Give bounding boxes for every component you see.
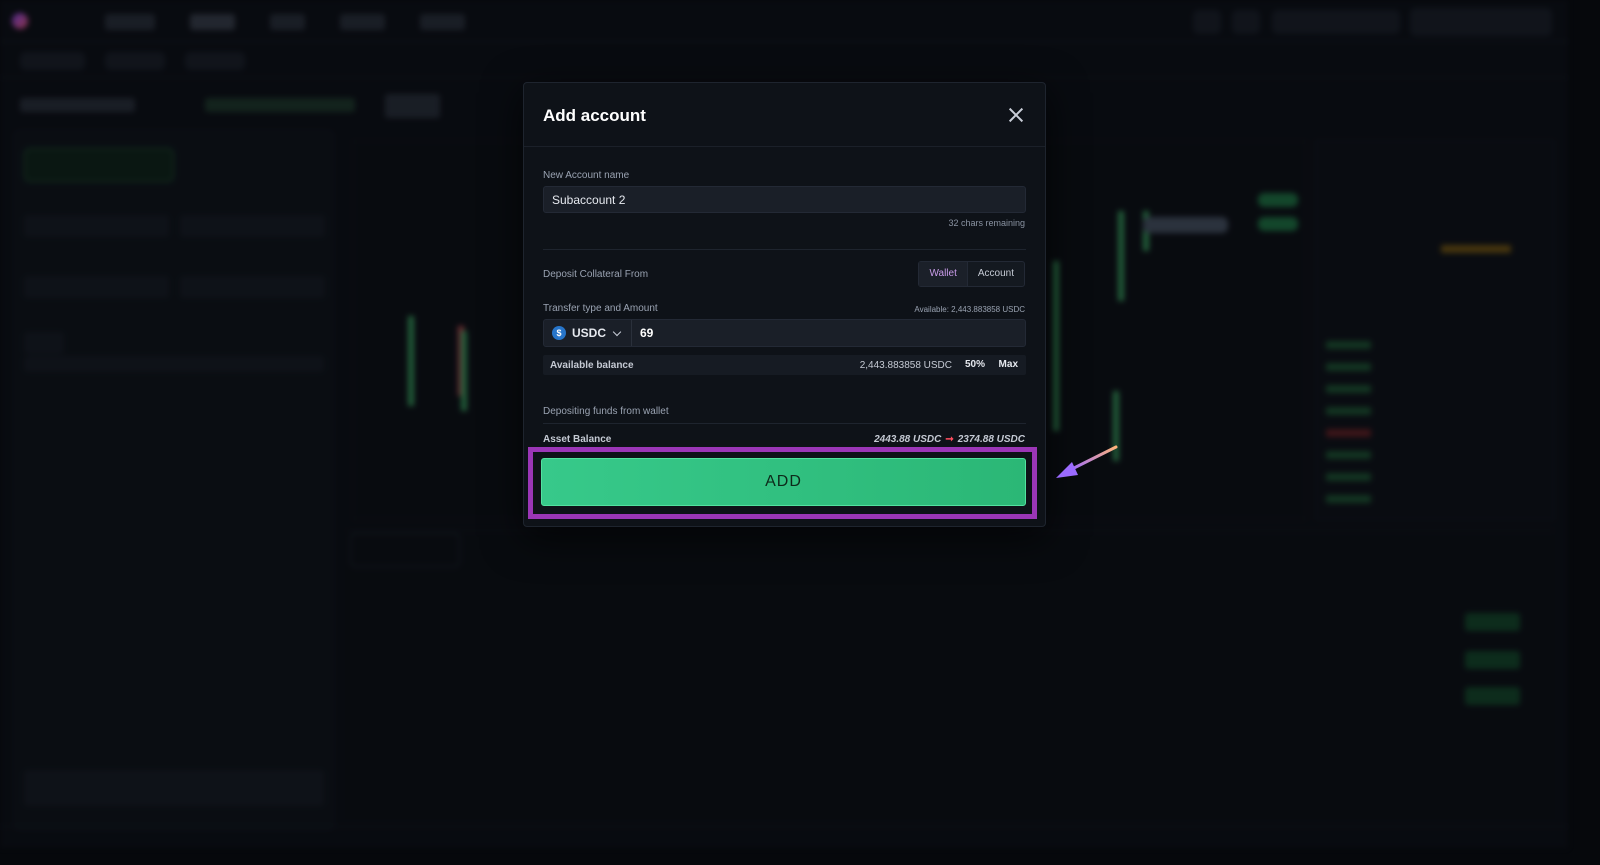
bg-trade-row bbox=[1326, 495, 1371, 503]
bg-nav-item bbox=[420, 14, 465, 30]
bg-account-button bbox=[1410, 8, 1552, 36]
bg-field bbox=[24, 276, 169, 298]
amount-row: $ USDC bbox=[543, 319, 1026, 347]
token-name: USDC bbox=[572, 326, 607, 340]
bg-field bbox=[180, 215, 325, 237]
fifty-percent-button[interactable]: 50% bbox=[965, 357, 985, 373]
bg-close-button bbox=[1465, 613, 1520, 631]
bg-trade-row bbox=[1326, 385, 1371, 393]
bg-market-tab bbox=[105, 52, 165, 70]
logo-icon bbox=[12, 12, 28, 29]
bg-icon-button bbox=[1232, 10, 1260, 34]
bg-close-button bbox=[1465, 651, 1520, 669]
modal-header: Add account bbox=[524, 83, 1045, 147]
bg-deposit-button bbox=[1272, 10, 1400, 34]
bg-price bbox=[205, 98, 355, 112]
account-name-input[interactable] bbox=[543, 186, 1026, 213]
arrow-pointer-icon bbox=[1056, 445, 1118, 478]
bg-trade-row bbox=[1326, 451, 1371, 459]
transfer-label: Transfer type and Amount bbox=[543, 303, 658, 314]
close-icon[interactable] bbox=[1007, 106, 1025, 124]
deposit-source-toggle: Wallet Account bbox=[918, 261, 1025, 287]
chevron-down-icon bbox=[612, 327, 622, 336]
bg-trade-row bbox=[1326, 363, 1371, 371]
bg-candle bbox=[461, 331, 467, 411]
max-button[interactable]: Max bbox=[999, 357, 1018, 373]
background-top-bar bbox=[0, 0, 1568, 42]
available-top: Available: 2,443.883858 USDC bbox=[914, 305, 1025, 314]
bg-market-tab bbox=[185, 52, 245, 70]
background-footer bbox=[0, 826, 1568, 848]
bg-icon-button bbox=[1193, 10, 1221, 34]
bg-trade-row bbox=[1326, 429, 1371, 437]
bg-close-button bbox=[1465, 687, 1520, 705]
bg-trade-row bbox=[1326, 407, 1371, 415]
asset-balance-to: 2374.88 USDC bbox=[957, 434, 1025, 445]
deposit-from-label: Deposit Collateral From bbox=[543, 269, 649, 280]
bg-buy-tab bbox=[24, 148, 174, 182]
bg-field bbox=[24, 215, 169, 237]
bg-trade-row bbox=[1326, 341, 1371, 349]
bg-nav-item bbox=[190, 14, 235, 30]
bg-nav-item bbox=[340, 14, 385, 30]
arrow-right-icon: ➞ bbox=[945, 434, 954, 445]
depositing-label: Depositing funds from wallet bbox=[543, 406, 669, 417]
bg-price-tag bbox=[1143, 217, 1228, 233]
bg-field bbox=[24, 770, 324, 806]
background-recent-trades bbox=[1315, 140, 1555, 520]
account-name-label: New Account name bbox=[543, 170, 630, 181]
bg-sell-tab bbox=[180, 148, 325, 182]
asset-balance-value: 2443.88 USDC ➞ 2374.88 USDC bbox=[874, 434, 1025, 445]
bg-market-title bbox=[20, 98, 135, 112]
bg-field bbox=[24, 356, 324, 372]
bg-candle bbox=[1053, 261, 1059, 431]
bg-candle bbox=[408, 316, 414, 406]
bg-stat bbox=[385, 94, 440, 118]
asset-balance-from: 2443.88 USDC bbox=[874, 434, 942, 445]
available-balance-value: 2,443.883858 USDC bbox=[859, 360, 952, 371]
token-selector[interactable]: $ USDC bbox=[544, 320, 632, 346]
divider bbox=[543, 249, 1026, 250]
bg-nav-item bbox=[105, 14, 155, 30]
bg-market-tab bbox=[20, 52, 85, 70]
app-logo bbox=[12, 12, 72, 30]
divider bbox=[543, 423, 1026, 424]
amount-input[interactable] bbox=[640, 323, 1020, 343]
background-market-tabs bbox=[0, 44, 1568, 78]
asset-balance-label: Asset Balance bbox=[543, 434, 612, 445]
bg-field bbox=[180, 276, 325, 298]
usdc-icon: $ bbox=[552, 326, 566, 340]
bg-health-bar bbox=[1441, 245, 1511, 253]
add-button[interactable]: ADD bbox=[541, 458, 1026, 506]
modal-title: Add account bbox=[543, 106, 646, 125]
chars-remaining: 32 chars remaining bbox=[948, 218, 1025, 228]
bg-candle bbox=[1118, 211, 1124, 301]
deposit-source-account[interactable]: Account bbox=[968, 262, 1024, 286]
bg-field bbox=[24, 332, 64, 354]
bg-table-tab bbox=[350, 533, 460, 567]
available-balance-row: Available balance 2,443.883858 USDC 50% … bbox=[543, 355, 1026, 375]
bg-trade-row bbox=[1326, 473, 1371, 481]
available-balance-label: Available balance bbox=[550, 360, 634, 371]
bg-nav-item bbox=[270, 14, 305, 30]
bg-price-tag bbox=[1258, 193, 1298, 207]
bg-price-tag bbox=[1258, 217, 1298, 231]
background-positions-table bbox=[345, 530, 1555, 820]
deposit-source-wallet[interactable]: Wallet bbox=[919, 262, 968, 286]
